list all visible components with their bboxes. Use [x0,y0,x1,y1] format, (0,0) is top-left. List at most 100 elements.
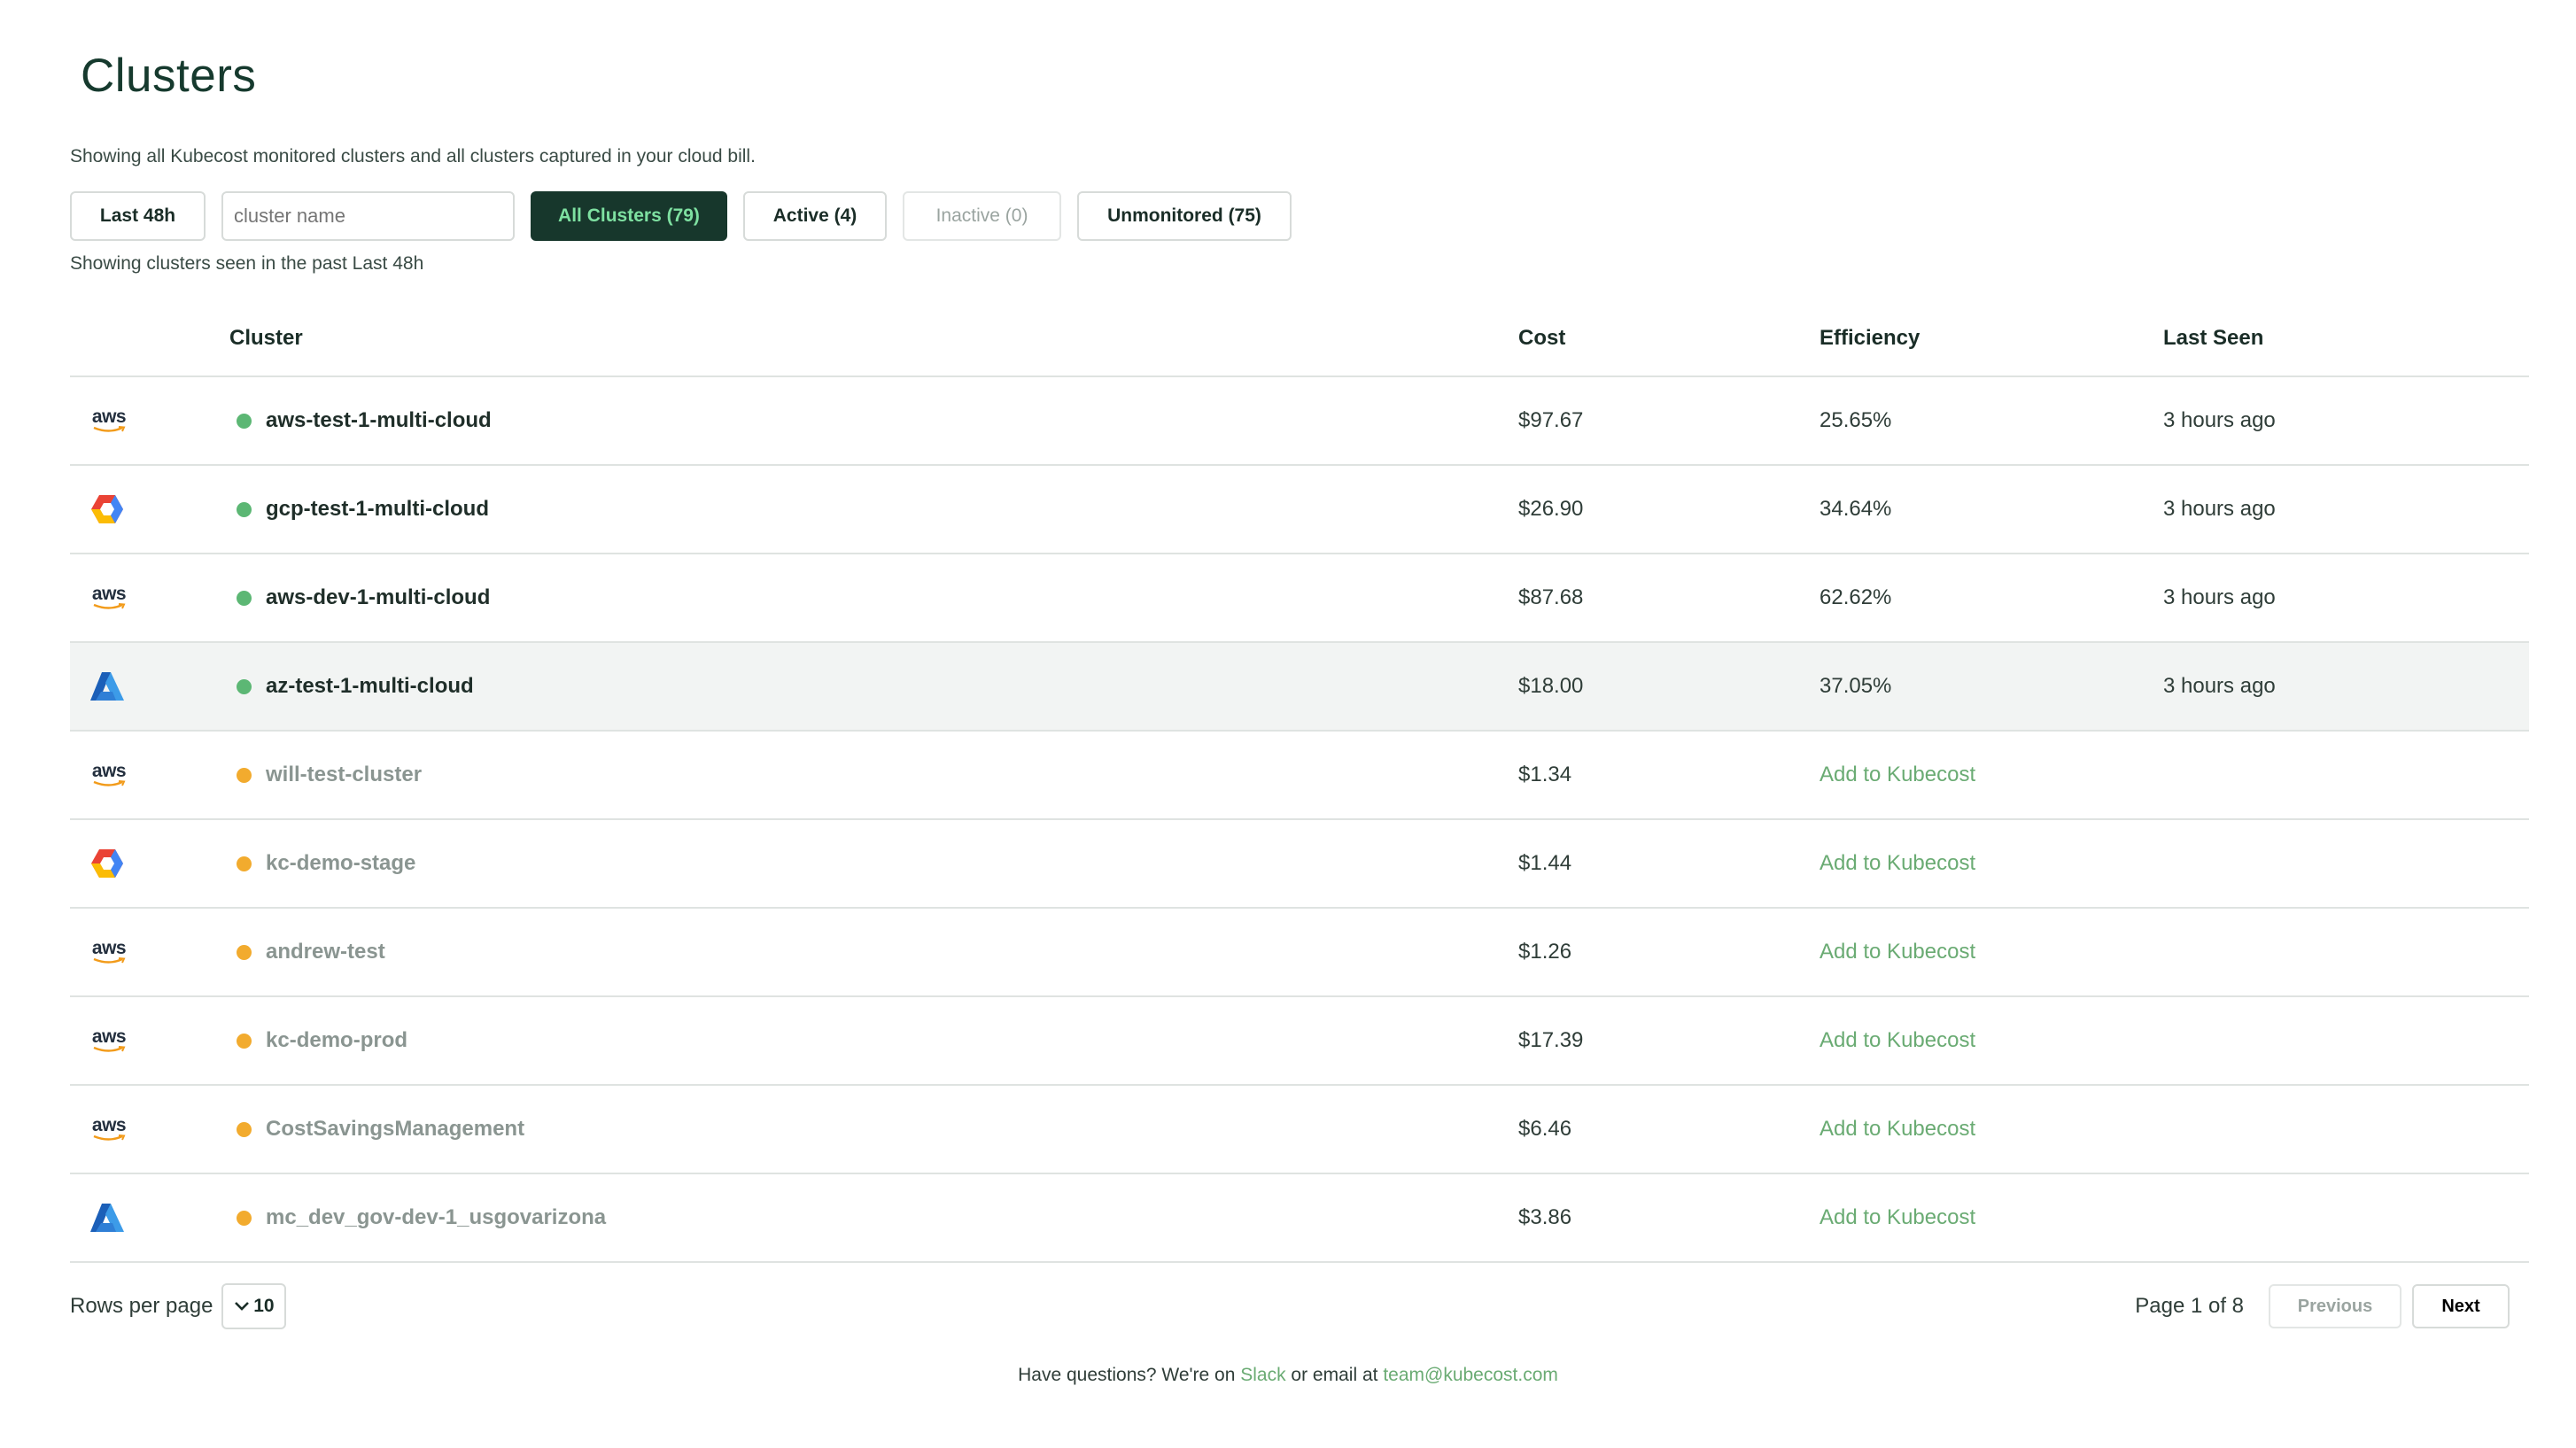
cost-value: $3.86 [1518,1205,1572,1229]
cost-value: $1.26 [1518,940,1572,964]
help-footer: Have questions? We're on Slack or email … [0,1365,2576,1386]
add-to-kubecost-link[interactable]: Add to Kubecost [1819,1205,2163,1230]
last-seen-value: 3 hours ago [2163,408,2276,432]
table-row[interactable]: az-test-1-multi-cloud $18.00 37.05% 3 hours… [70,643,2529,732]
aws-logo-icon: aws [70,1116,229,1142]
cost-value: $18.00 [1518,674,1584,698]
cluster-name-cell: kc-demo-prod [229,1028,1518,1053]
pagination-bar: Rows per page 10 Page 1 of 8 Previous Ne… [70,1282,2529,1330]
cluster-name[interactable]: aws-test-1-multi-cloud [266,408,492,433]
cluster-column-header: Cluster [229,326,303,350]
cost-value: $87.68 [1518,585,1584,609]
table-row[interactable]: aws aws-test-1-multi-cloud $97.67 25.65% 3 h… [70,377,2529,466]
table-row[interactable]: aws aws-dev-1-multi-cloud $87.68 62.62% 3 ho… [70,554,2529,643]
filter-active-button[interactable]: Active (4) [743,191,887,241]
table-row[interactable]: aws CostSavingsManagement $6.46 Add to Kube… [70,1086,2529,1174]
filter-inactive-button[interactable]: Inactive (0) [903,191,1061,241]
cluster-name-cell: gcp-test-1-multi-cloud [229,497,1518,522]
filter-controls: Last 48h All Clusters (79) Active (4) In… [70,191,1292,241]
azure-logo-icon [70,1202,229,1234]
aws-logo-icon: aws [70,939,229,964]
clusters-table: Cluster Cost Efficiency Last Seen aws aws… [70,301,2529,1263]
cluster-name[interactable]: aws-dev-1-multi-cloud [266,585,490,610]
add-to-kubecost-link[interactable]: Add to Kubecost [1819,851,2163,876]
rows-per-page-value: 10 [253,1296,275,1316]
next-page-button[interactable]: Next [2412,1284,2510,1328]
rows-per-page-label: Rows per page [70,1294,213,1318]
efficiency-value: 34.64% [1819,497,1892,521]
pager: Page 1 of 8 Previous Next [2135,1284,2529,1328]
cluster-name-cell: CostSavingsManagement [229,1117,1518,1142]
last-seen-value: 3 hours ago [2163,674,2276,698]
cluster-name-cell: will-test-cluster [229,763,1518,787]
cost-value: $97.67 [1518,408,1584,432]
cluster-name[interactable]: kc-demo-prod [266,1028,407,1053]
status-dot-icon [237,767,252,783]
cost-value: $26.90 [1518,497,1584,521]
cluster-name[interactable]: gcp-test-1-multi-cloud [266,497,489,522]
cluster-name-cell: aws-dev-1-multi-cloud [229,585,1518,610]
gcp-logo-icon [70,847,229,880]
status-dot-icon [237,1121,252,1137]
cluster-name-cell: aws-test-1-multi-cloud [229,408,1518,433]
previous-page-button[interactable]: Previous [2269,1284,2401,1328]
status-dot-icon [237,944,252,960]
add-to-kubecost-link[interactable]: Add to Kubecost [1819,1028,2163,1053]
status-dot-icon [237,413,252,429]
cluster-search-input[interactable] [221,191,515,241]
efficiency-value: 37.05% [1819,674,1892,698]
cluster-name[interactable]: kc-demo-stage [266,851,415,876]
filter-unmonitored-button[interactable]: Unmonitored (75) [1077,191,1292,241]
slack-link[interactable]: Slack [1240,1365,1285,1385]
aws-logo-icon: aws [70,585,229,610]
last-seen-column-header: Last Seen [2163,326,2264,350]
aws-logo-icon: aws [70,407,229,433]
aws-logo-icon: aws [70,1027,229,1053]
table-row[interactable]: aws will-test-cluster $1.34 Add to Kubecost [70,732,2529,820]
cost-value: $1.44 [1518,851,1572,875]
table-row[interactable]: aws kc-demo-prod $17.39 Add to Kubecost [70,997,2529,1086]
cost-value: $1.34 [1518,763,1572,786]
cost-value: $6.46 [1518,1117,1572,1141]
cluster-name[interactable]: az-test-1-multi-cloud [266,674,474,699]
last-seen-value: 3 hours ago [2163,497,2276,521]
rows-per-page-select[interactable]: 10 [221,1283,287,1329]
table-row[interactable]: gcp-test-1-multi-cloud $26.90 34.64% 3 hour… [70,466,2529,554]
gcp-logo-icon [70,492,229,526]
efficiency-value: 25.65% [1819,408,1892,432]
efficiency-value: 62.62% [1819,585,1892,609]
filter-all-clusters-button[interactable]: All Clusters (79) [531,191,727,241]
cluster-name[interactable]: CostSavingsManagement [266,1117,524,1142]
status-dot-icon [237,590,252,606]
add-to-kubecost-link[interactable]: Add to Kubecost [1819,763,2163,787]
help-middle-text: or email at [1285,1365,1384,1385]
chevron-down-icon [235,1302,250,1311]
table-header: Cluster Cost Efficiency Last Seen [70,301,2529,377]
page-title: Clusters [81,50,257,102]
status-dot-icon [237,1033,252,1049]
efficiency-column-header: Efficiency [1819,326,1920,350]
cluster-name[interactable]: andrew-test [266,940,385,964]
cluster-name-cell: az-test-1-multi-cloud [229,674,1518,699]
help-prefix-text: Have questions? We're on [1018,1365,1241,1385]
page-indicator: Page 1 of 8 [2135,1294,2244,1318]
seen-note: Showing clusters seen in the past Last 4… [70,253,424,274]
table-row[interactable]: mc_dev_gov-dev-1_usgovarizona $3.86 Add to… [70,1174,2529,1263]
add-to-kubecost-link[interactable]: Add to Kubecost [1819,1117,2163,1142]
cluster-name-cell: kc-demo-stage [229,851,1518,876]
add-to-kubecost-link[interactable]: Add to Kubecost [1819,940,2163,964]
page-subtitle: Showing all Kubecost monitored clusters … [70,146,756,166]
aws-logo-icon: aws [70,762,229,787]
cluster-name[interactable]: will-test-cluster [266,763,422,787]
cluster-name[interactable]: mc_dev_gov-dev-1_usgovarizona [266,1205,606,1230]
azure-logo-icon [70,670,229,702]
cluster-name-cell: andrew-test [229,940,1518,964]
time-window-button[interactable]: Last 48h [70,191,206,241]
cost-value: $17.39 [1518,1028,1584,1052]
status-dot-icon [237,678,252,694]
last-seen-value: 3 hours ago [2163,585,2276,609]
table-row[interactable]: kc-demo-stage $1.44 Add to Kubecost [70,820,2529,909]
email-link[interactable]: team@kubecost.com [1383,1365,1558,1385]
table-row[interactable]: aws andrew-test $1.26 Add to Kubecost [70,909,2529,997]
status-dot-icon [237,1210,252,1226]
